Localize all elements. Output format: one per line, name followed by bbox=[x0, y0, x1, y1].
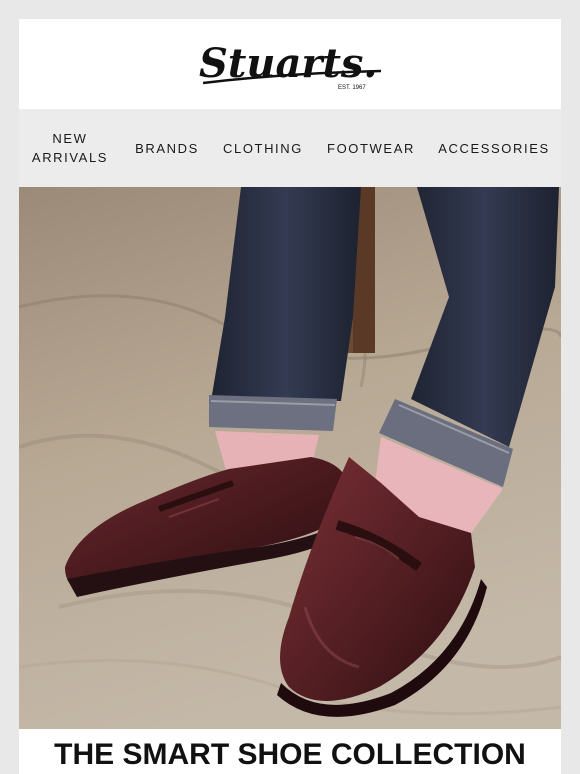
nav-footwear-label: FOOTWEAR bbox=[327, 140, 415, 156]
hero-image[interactable] bbox=[19, 187, 561, 729]
logo-tagline: EST. 1967 bbox=[338, 85, 366, 91]
email-card: Stuarts. EST. 1967 NEW ARRIVALS BRANDS CL… bbox=[19, 19, 561, 774]
nav-brands[interactable]: BRANDS bbox=[127, 109, 207, 187]
nav-accessories-label: ACCESSORIES bbox=[438, 140, 550, 156]
left-cuff bbox=[209, 395, 337, 431]
nav-footwear[interactable]: FOOTWEAR bbox=[323, 109, 419, 187]
nav-new-arrivals[interactable]: NEW ARRIVALS bbox=[25, 109, 115, 187]
nav-clothing[interactable]: CLOTHING bbox=[219, 109, 307, 187]
hero-illustration bbox=[19, 187, 561, 729]
main-nav: NEW ARRIVALS BRANDS CLOTHING FOOTWEAR ACC… bbox=[19, 109, 561, 187]
nav-accessories[interactable]: ACCESSORIES bbox=[433, 109, 555, 187]
logo-header: Stuarts. EST. 1967 bbox=[19, 19, 561, 109]
collection-headline: THE SMART SHOE COLLECTION bbox=[19, 729, 561, 774]
nav-clothing-label: CLOTHING bbox=[223, 140, 303, 156]
nav-brands-label: BRANDS bbox=[135, 140, 199, 156]
nav-new-arrivals-line2: ARRIVALS bbox=[31, 150, 109, 165]
stuarts-logo[interactable]: Stuarts. EST. 1967 bbox=[197, 33, 387, 95]
nav-new-arrivals-line1: NEW bbox=[52, 131, 88, 146]
